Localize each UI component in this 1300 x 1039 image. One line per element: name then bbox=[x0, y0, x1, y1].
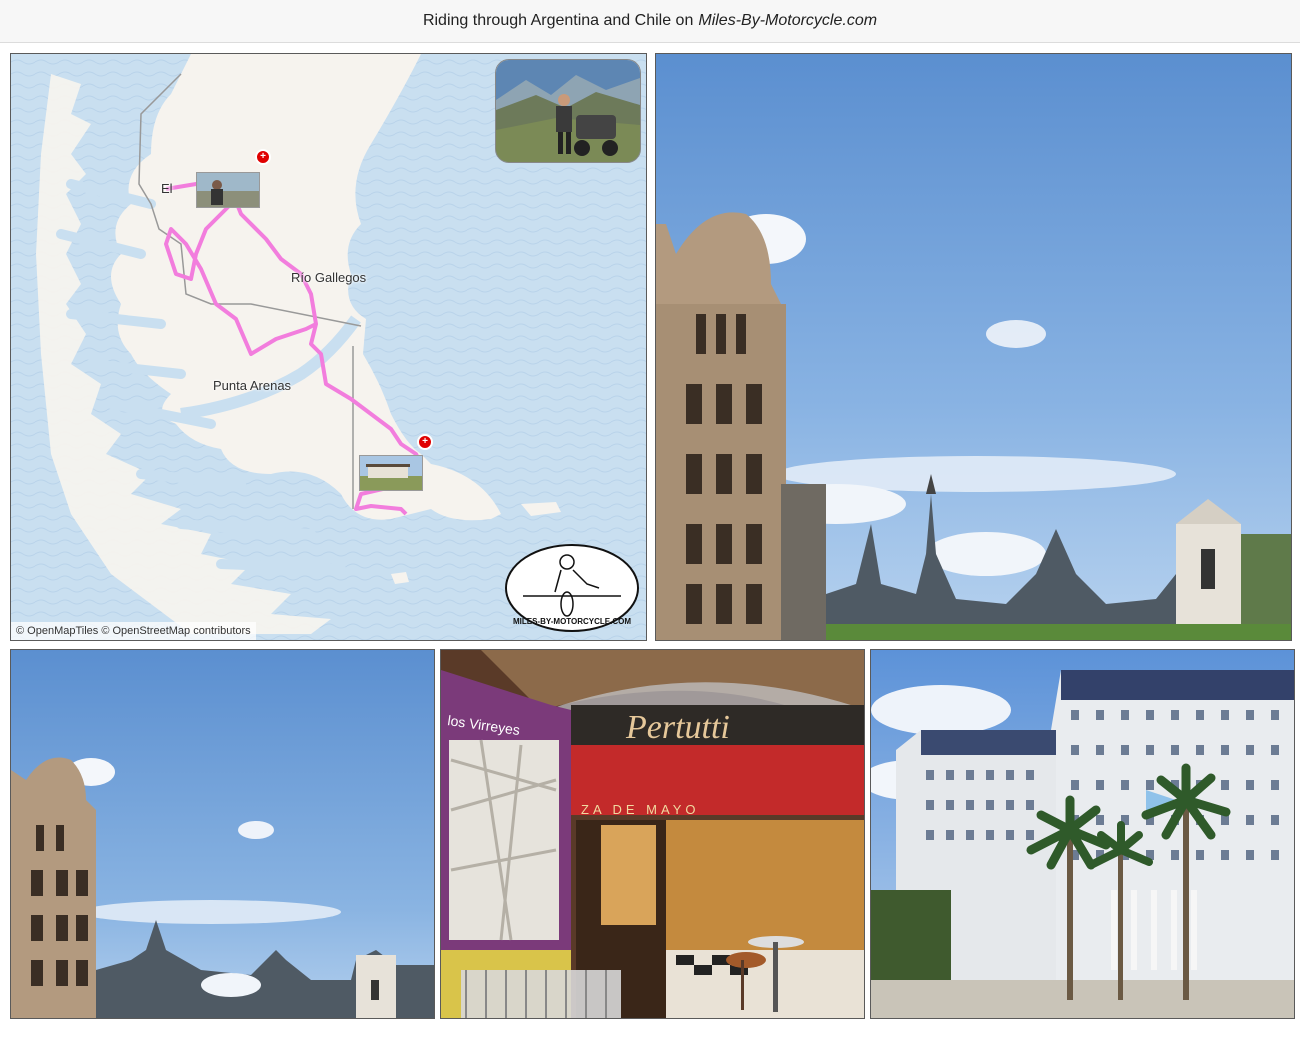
photo-buenos-aires-street[interactable] bbox=[10, 649, 435, 1019]
site-logo[interactable]: MILES-BY-MOTORCYCLE.COM bbox=[503, 542, 641, 634]
map-marker[interactable]: + bbox=[417, 434, 433, 450]
route-map[interactable]: El Río Gallegos Punta Arenas + + MILES-B… bbox=[10, 53, 647, 641]
rider-profile-photo[interactable] bbox=[495, 59, 641, 163]
photo-edificio-libertador[interactable] bbox=[870, 649, 1295, 1019]
photo-pertutti-cafe[interactable]: Pertutti ZA DE MAYO los Virreyes bbox=[440, 649, 865, 1019]
map-attribution[interactable]: © OpenMapTiles © OpenStreetMap contribut… bbox=[11, 622, 256, 640]
site-link[interactable]: Miles-By-Motorcycle.com bbox=[698, 12, 877, 30]
city-label-punta-arenas: Punta Arenas bbox=[213, 378, 292, 393]
cafe-sign-text: Pertutti bbox=[625, 709, 730, 746]
map-marker[interactable]: + bbox=[255, 149, 271, 165]
logo-text: MILES-BY-MOTORCYCLE.COM bbox=[513, 617, 631, 626]
photo-buenos-aires-skyline[interactable] bbox=[655, 53, 1292, 641]
route-photo-thumbnail[interactable] bbox=[359, 455, 423, 491]
cafe-awning-text: ZA DE MAYO bbox=[581, 802, 700, 817]
route-photo-thumbnail[interactable] bbox=[196, 172, 260, 208]
city-label-el-calafate: El bbox=[161, 181, 173, 196]
header-prefix: Riding through Argentina and Chile on bbox=[422, 12, 694, 29]
page-header: Riding through Argentina and Chile on Mi… bbox=[0, 0, 1300, 43]
city-label-rio-gallegos: Río Gallegos bbox=[291, 270, 367, 285]
